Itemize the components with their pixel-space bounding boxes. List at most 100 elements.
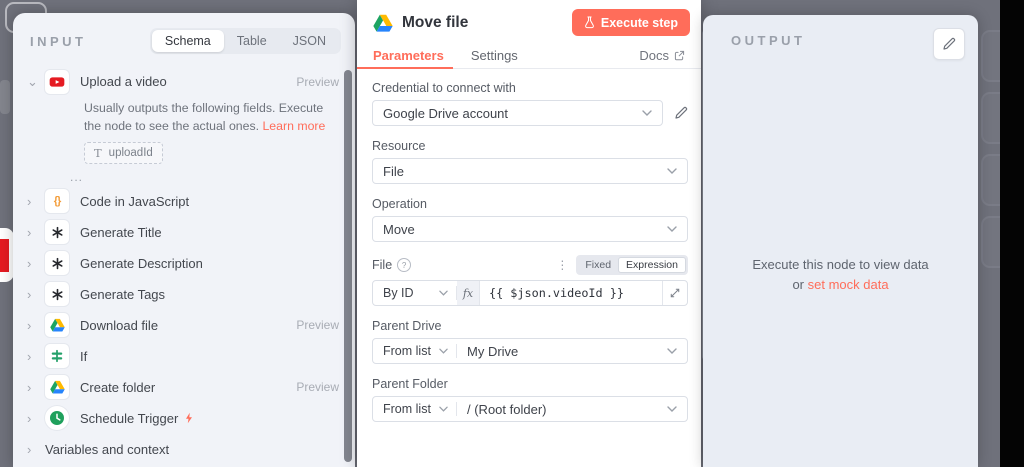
chevron-right-icon[interactable]: › [27, 442, 45, 457]
schema-item-code-in-javascript[interactable]: › { } Code in JavaScript [13, 186, 355, 217]
help-icon[interactable]: ? [397, 258, 412, 272]
chevron-down-icon [439, 406, 448, 412]
execute-step-label: Execute step [600, 15, 678, 30]
credential-label: Credential to connect with [372, 81, 516, 95]
schema-item-create-folder[interactable]: › Create folder Preview [13, 372, 355, 403]
execute-step-button[interactable]: Execute step [571, 9, 690, 36]
file-mode-select[interactable]: By ID [373, 286, 457, 300]
learn-more-link[interactable]: Learn more [262, 119, 325, 133]
output-empty-state: Execute this node to view data or set mo… [703, 255, 978, 295]
code-braces-icon: { } [45, 189, 69, 214]
schema-item-label-text: Schedule Trigger [80, 410, 179, 426]
parent-drive-mode-select[interactable]: From list [373, 344, 457, 358]
chevron-down-icon [667, 348, 677, 354]
parent-folder-mode-select[interactable]: From list [373, 402, 457, 416]
schema-item-schedule-trigger[interactable]: › Schedule Trigger [13, 403, 355, 434]
chevron-down-icon [667, 226, 677, 232]
credential-select[interactable]: Google Drive account [372, 100, 663, 126]
node-settings-dialog: Move file Execute step Parameters Settin… [357, 0, 701, 467]
field-chip-uploadid[interactable]: T uploadId [84, 141, 163, 164]
chevron-right-icon[interactable]: › [27, 318, 45, 333]
active-tab-underline [357, 67, 453, 69]
chevron-right-icon[interactable]: › [27, 194, 45, 209]
file-expression-row: By ID fx {{ $json.videoId }} [372, 280, 688, 306]
schema-item-label: If [80, 348, 88, 364]
resource-select[interactable]: File [372, 158, 688, 184]
tab-parameters[interactable]: Parameters [373, 48, 444, 63]
file-mode-value: By ID [383, 286, 414, 300]
parent-folder-value: / (Root folder) [467, 401, 547, 417]
openai-icon [45, 282, 69, 307]
fixed-expression-toggle: Fixed Expression [576, 255, 688, 275]
tab-table[interactable]: Table [224, 30, 280, 52]
schema-item-label: Generate Title [80, 224, 162, 240]
chevron-right-icon[interactable]: › [27, 349, 45, 364]
node-details-view: INPUT Schema Table JSON ⌄ Upload a video… [0, 0, 1024, 467]
schedule-trigger-icon [45, 406, 69, 431]
chevron-right-icon[interactable]: › [27, 287, 45, 302]
parent-drive-select[interactable]: My Drive [457, 344, 687, 359]
schema-item-generate-title[interactable]: › Generate Title [13, 217, 355, 248]
docs-link[interactable]: Docs [639, 48, 685, 63]
credential-value: Google Drive account [383, 105, 509, 121]
output-panel-title: OUTPUT [731, 33, 806, 48]
expression-input[interactable]: {{ $json.videoId }} [480, 286, 662, 300]
schema-item-label: Generate Tags [80, 286, 166, 302]
resource-label: Resource [372, 139, 426, 153]
parent-folder-select[interactable]: / (Root folder) [457, 402, 687, 417]
schema-item-label: Schedule Trigger [80, 411, 339, 426]
schema-item-generate-tags[interactable]: › Generate Tags [13, 279, 355, 310]
set-mock-data-link[interactable]: set mock data [808, 277, 889, 292]
field-chip-label: uploadId [108, 146, 153, 159]
chevron-down-icon[interactable]: ⌄ [27, 74, 45, 90]
google-drive-icon [45, 313, 69, 338]
docs-label: Docs [639, 47, 669, 63]
schema-item-generate-description[interactable]: › Generate Description [13, 248, 355, 279]
output-empty-or: or [792, 277, 804, 293]
chevron-right-icon[interactable]: › [27, 380, 45, 395]
operation-select[interactable]: Move [372, 216, 688, 242]
schema-item-label: Variables and context [45, 441, 170, 457]
tab-json[interactable]: JSON [280, 30, 339, 52]
input-panel-title: INPUT [30, 33, 87, 49]
more-fields-ellipsis[interactable]: ... [70, 170, 355, 184]
parent-folder-row: From list / (Root folder) [372, 396, 688, 422]
toggle-expression[interactable]: Expression [618, 257, 686, 273]
trigger-bolt-icon [184, 412, 194, 424]
operation-value: Move [383, 221, 415, 237]
input-panel-scrollbar[interactable] [344, 70, 352, 462]
schema-item-label: Generate Description [80, 255, 203, 271]
chevron-right-icon[interactable]: › [27, 411, 45, 426]
options-dots-icon[interactable]: ⋮ [556, 258, 568, 272]
parent-drive-label: Parent Drive [372, 319, 442, 333]
google-drive-icon [373, 14, 393, 32]
window-edge [1000, 0, 1024, 467]
external-link-icon [674, 50, 685, 61]
parent-drive-row: From list My Drive [372, 338, 688, 364]
schema-item-if[interactable]: › If [13, 341, 355, 372]
open-expression-editor-icon[interactable] [662, 281, 687, 305]
chevron-down-icon [642, 110, 652, 116]
schema-item-label: Create folder [80, 379, 156, 395]
node-title[interactable]: Move file [402, 14, 572, 32]
toggle-fixed[interactable]: Fixed [578, 258, 618, 272]
chevron-right-icon[interactable]: › [27, 256, 45, 271]
parent-folder-mode-value: From list [383, 402, 431, 416]
edit-output-button[interactable] [933, 28, 965, 60]
preview-badge: Preview [296, 74, 339, 89]
resource-value: File [383, 163, 404, 179]
schema-item-variables-and-context[interactable]: › Variables and context [13, 434, 355, 465]
schema-item-label: Download file [80, 317, 159, 333]
background-node-redbar [0, 239, 9, 272]
schema-item-download-file[interactable]: › Download file Preview [13, 310, 355, 341]
output-panel: OUTPUT Execute this node to view data or… [703, 15, 978, 467]
text-type-icon: T [94, 145, 102, 160]
edit-credential-pencil-icon[interactable] [674, 106, 688, 120]
schema-item-upload-a-video[interactable]: ⌄ Upload a video Preview [13, 66, 355, 97]
flask-icon [584, 16, 595, 29]
chevron-right-icon[interactable]: › [27, 225, 45, 240]
openai-icon [45, 251, 69, 276]
tab-settings[interactable]: Settings [471, 48, 640, 63]
tab-schema[interactable]: Schema [151, 30, 224, 52]
file-label: File [372, 258, 393, 272]
